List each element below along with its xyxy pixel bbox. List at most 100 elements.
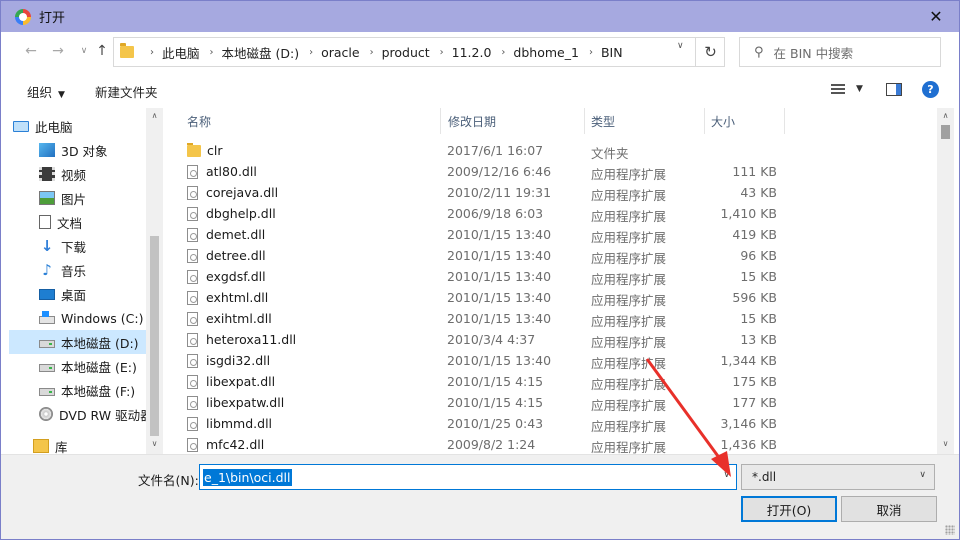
sidebar-item-dvd[interactable]: DVD RW 驱动器 (39, 402, 163, 426)
chevron-down-icon: ∨ (919, 470, 926, 480)
file-size: 13 KB (740, 332, 777, 347)
navigation-pane: 此电脑 3D 对象 视频 图片 文档 ↓ 下载 ♪ 音乐 桌面 Windows (C… (9, 108, 163, 454)
scrollbar-thumb[interactable] (941, 125, 950, 139)
table-row[interactable]: atl80.dll 2009/12/16 6:46 应用程序扩展 111 KB (165, 161, 785, 182)
file-date: 2010/1/15 13:40 (447, 353, 552, 368)
close-button[interactable]: ✕ (913, 1, 959, 32)
file-size: 419 KB (732, 227, 777, 242)
dll-file-icon (187, 395, 198, 410)
scroll-up-icon[interactable]: ∧ (146, 111, 163, 120)
breadcrumb-item[interactable]: 本地磁盘 (D:) (222, 43, 300, 62)
file-date: 2010/1/25 0:43 (447, 416, 544, 431)
table-row[interactable]: dbghelp.dll 2006/9/18 6:03 应用程序扩展 1,410 … (165, 203, 785, 224)
breadcrumb-item[interactable]: 11.2.0 (452, 45, 492, 60)
column-header-size[interactable]: 大小 (703, 108, 785, 134)
address-dropdown-icon[interactable]: ∨ (677, 41, 684, 51)
file-type-select[interactable]: *.dll ∨ (741, 464, 935, 490)
column-header-date[interactable]: 修改日期 (440, 108, 585, 134)
breadcrumb-item[interactable]: product (382, 45, 430, 60)
file-list-scrollbar[interactable]: ∧ ∨ (937, 108, 954, 454)
file-name: atl80.dll (206, 164, 257, 179)
file-type: 应用程序扩展 (591, 377, 667, 392)
dll-file-icon (187, 416, 198, 431)
file-name: libexpatw.dll (206, 395, 285, 410)
sidebar-item-pictures[interactable]: 图片 (39, 186, 163, 210)
up-button[interactable]: ↑ (92, 41, 112, 61)
recent-locations-button[interactable]: ∨ (74, 41, 94, 61)
table-row[interactable]: heteroxa11.dll 2010/3/4 4:37 应用程序扩展 13 K… (165, 329, 785, 350)
file-date: 2010/1/15 4:15 (447, 395, 544, 410)
new-folder-button[interactable]: 新建文件夹 (95, 82, 158, 101)
table-row[interactable]: detree.dll 2010/1/15 13:40 应用程序扩展 96 KB (165, 245, 785, 266)
breadcrumb-item[interactable]: 此电脑 (162, 43, 200, 62)
sidebar-item-drive-e[interactable]: 本地磁盘 (E:) (39, 354, 163, 378)
table-row[interactable]: exgdsf.dll 2010/1/15 13:40 应用程序扩展 15 KB (165, 266, 785, 287)
search-icon: ⚲ (754, 44, 764, 60)
scrollbar-thumb[interactable] (150, 236, 159, 436)
file-name: exgdsf.dll (206, 269, 266, 284)
table-row[interactable]: clr 2017/6/1 16:07 文件夹 (165, 140, 785, 161)
dll-file-icon (187, 311, 198, 326)
forward-button[interactable]: → (48, 41, 68, 61)
breadcrumb-separator-icon: › (588, 46, 593, 58)
sidebar-item-downloads[interactable]: ↓ 下载 (39, 234, 163, 258)
help-icon[interactable]: ? (922, 81, 939, 98)
file-name: corejava.dll (206, 185, 279, 200)
filename-input[interactable]: e_1\bin\oci.dll ∨ (199, 464, 737, 490)
table-row[interactable]: exhtml.dll 2010/1/15 13:40 应用程序扩展 596 KB (165, 287, 785, 308)
breadcrumb-item[interactable]: oracle (321, 45, 359, 60)
breadcrumb-separator-icon: › (501, 46, 506, 58)
breadcrumb-item[interactable]: BIN (601, 45, 623, 60)
table-row[interactable]: mfc42.dll 2009/8/2 1:24 应用程序扩展 1,436 KB (165, 434, 785, 454)
file-type: 应用程序扩展 (591, 167, 667, 182)
file-type: 应用程序扩展 (591, 335, 667, 350)
sidebar-item-music[interactable]: ♪ 音乐 (39, 258, 163, 282)
open-file-dialog: 打开 ✕ ← → ∨ ↑ › 此电脑 › 本地磁盘 (D:) › oracle … (0, 0, 960, 540)
view-options-icon[interactable] (831, 84, 845, 96)
sidebar-item-drive-f[interactable]: 本地磁盘 (F:) (39, 378, 163, 402)
table-row[interactable]: libexpat.dll 2010/1/15 4:15 应用程序扩展 175 K… (165, 371, 785, 392)
cancel-button[interactable]: 取消 (841, 496, 937, 522)
pictures-icon (39, 191, 55, 205)
sidebar-item-documents[interactable]: 文档 (39, 210, 163, 234)
breadcrumb-item[interactable]: dbhome_1 (513, 45, 579, 60)
table-row[interactable]: exihtml.dll 2010/1/15 13:40 应用程序扩展 15 KB (165, 308, 785, 329)
dialog-title: 打开 (39, 11, 66, 26)
chevron-down-icon[interactable]: ∨ (723, 470, 730, 480)
scroll-up-icon[interactable]: ∧ (937, 111, 954, 120)
column-header-name[interactable]: 名称 (179, 108, 441, 134)
file-type: 应用程序扩展 (591, 356, 667, 371)
sidebar-item-windows-c[interactable]: Windows (C:) (39, 306, 163, 330)
sidebar-item-this-pc[interactable]: 此电脑 (13, 114, 153, 138)
refresh-button[interactable]: ↻ (695, 37, 725, 67)
search-input[interactable]: ⚲ 在 BIN 中搜索 (739, 37, 941, 67)
view-dropdown-icon[interactable]: ▼ (856, 84, 863, 94)
scroll-down-icon[interactable]: ∨ (146, 439, 163, 448)
back-button[interactable]: ← (21, 41, 41, 61)
resize-grip-icon[interactable] (945, 525, 955, 535)
sidebar-item-desktop[interactable]: 桌面 (39, 282, 163, 306)
sidebar-item-label: 3D 对象 (61, 143, 108, 159)
table-row[interactable]: demet.dll 2010/1/15 13:40 应用程序扩展 419 KB (165, 224, 785, 245)
sidebar-item-libraries[interactable]: 库 (33, 434, 163, 454)
organize-button[interactable]: 组织 ▼ (27, 82, 65, 101)
file-type-value: *.dll (752, 470, 777, 484)
open-button[interactable]: 打开(O) (741, 496, 837, 522)
sidebar-item-videos[interactable]: 视频 (39, 162, 163, 186)
sidebar-item-label: 文档 (57, 215, 83, 231)
table-row[interactable]: libexpatw.dll 2010/1/15 4:15 应用程序扩展 177 … (165, 392, 785, 413)
address-bar[interactable]: › 此电脑 › 本地磁盘 (D:) › oracle › product › 1… (113, 37, 725, 67)
drive-icon (39, 340, 55, 348)
table-row[interactable]: corejava.dll 2010/2/11 19:31 应用程序扩展 43 K… (165, 182, 785, 203)
sidebar-item-3d-objects[interactable]: 3D 对象 (39, 138, 163, 162)
sidebar-item-label: 桌面 (61, 287, 87, 303)
video-icon (39, 167, 55, 181)
sidebar-item-label: 库 (55, 439, 68, 455)
table-row[interactable]: isgdi32.dll 2010/1/15 13:40 应用程序扩展 1,344… (165, 350, 785, 371)
table-row[interactable]: libmmd.dll 2010/1/25 0:43 应用程序扩展 3,146 K… (165, 413, 785, 434)
navigation-scrollbar[interactable]: ∧ ∨ (146, 108, 163, 454)
sidebar-item-drive-d[interactable]: 本地磁盘 (D:) (9, 330, 154, 354)
scroll-down-icon[interactable]: ∨ (937, 439, 954, 448)
column-header-type[interactable]: 类型 (583, 108, 705, 134)
preview-pane-icon[interactable] (886, 83, 902, 96)
